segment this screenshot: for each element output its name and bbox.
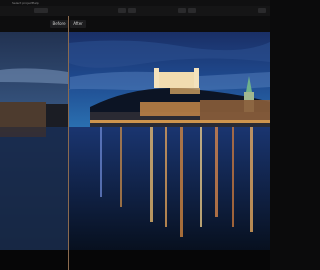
before-label[interactable]: Before (50, 20, 68, 28)
compare-divider-handle[interactable] (68, 16, 69, 270)
castle-river-night-photo (0, 32, 270, 250)
zoom-select[interactable] (34, 8, 48, 13)
layout-icon[interactable] (128, 8, 136, 13)
compare-bar: Before After (0, 16, 270, 32)
castle (156, 72, 198, 88)
settings-icon[interactable] (258, 8, 266, 13)
undo-icon[interactable] (178, 8, 186, 13)
bottom-panel (0, 250, 270, 270)
photo-canvas[interactable] (0, 32, 270, 250)
after-label[interactable]: After (70, 20, 86, 28)
redo-icon[interactable] (188, 8, 196, 13)
compare-icon[interactable] (118, 8, 126, 13)
